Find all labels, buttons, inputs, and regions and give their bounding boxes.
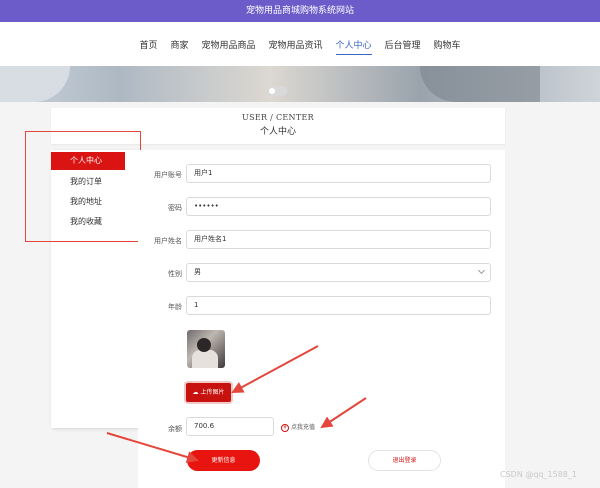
annotation-arrow-recharge (320, 397, 367, 429)
watermark: CSDN @qq_1588_1 (500, 470, 577, 479)
annotation-arrow-update (106, 432, 199, 463)
annotation-arrows (106, 345, 367, 463)
annotation-arrow-upload (231, 345, 319, 393)
